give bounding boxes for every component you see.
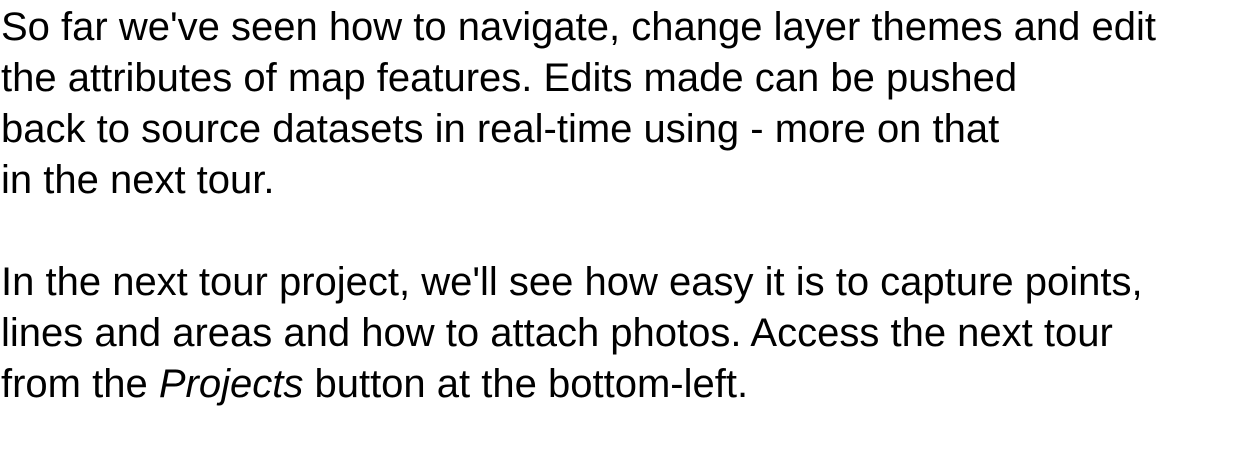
line-suffix: button at the bottom-left. — [303, 362, 749, 406]
tour-text: So far we've seen how to navigate, chang… — [1, 2, 1241, 410]
line-prefix: from the — [1, 362, 159, 406]
paragraph-intro-line: back to source datasets in real-time usi… — [1, 107, 1000, 151]
paragraph-next-tour: In the next tour project, we'll see how … — [1, 257, 1241, 410]
paragraph-intro-line: So far we've seen how to navigate, chang… — [1, 5, 1157, 49]
paragraph-intro: So far we've seen how to navigate, chang… — [1, 2, 1241, 206]
paragraph-next-tour-line: In the next tour project, we'll see how … — [1, 260, 1143, 304]
paragraph-intro-line: in the next tour. — [1, 158, 275, 202]
paragraph-next-tour-line: from the Projects button at the bottom-l… — [1, 359, 1241, 410]
projects-reference: Projects — [158, 362, 304, 406]
paragraph-next-tour-line: lines and areas and how to attach photos… — [1, 311, 1113, 355]
paragraph-intro-line: the attributes of map features. Edits ma… — [1, 56, 1018, 100]
